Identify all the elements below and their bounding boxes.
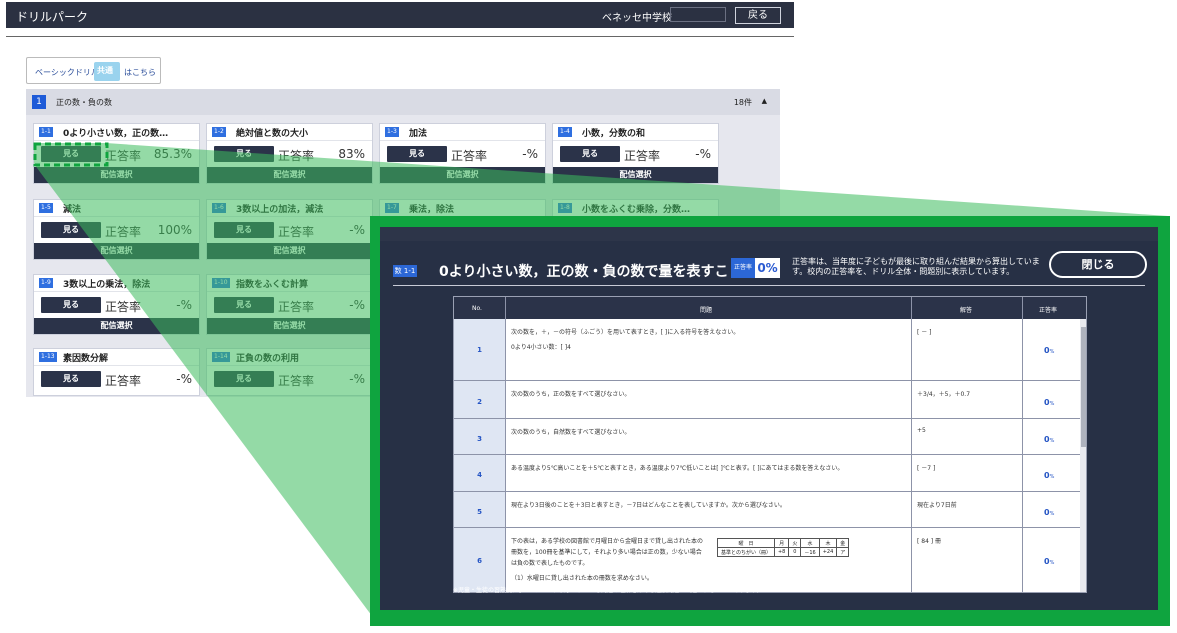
weekday-head-cell: 木 xyxy=(818,538,838,548)
question-text: 次の数のうち，正の数をすべて選びなさい。 xyxy=(511,391,631,398)
question-modal: 数 1-1 0より小さい数，正の数・負の数で量を表すこと 正答率 0% 正答率は… xyxy=(380,227,1158,610)
table-row: 1 次の数を，＋，－の符号（ふごう）を用いて表すとき，[ ]に入る符号を答えなさ… xyxy=(454,319,1080,381)
rate-note: 正答率は、当年度に子どもが最後に取り組んだ結果から算出しています。校内の正答率を… xyxy=(792,257,1040,276)
modal-top-bar xyxy=(380,227,1158,241)
unit-tag: 数 1-1 xyxy=(393,265,417,277)
col-answer: 解答 xyxy=(960,307,973,314)
row-number: 2 xyxy=(454,381,505,418)
answer-text: [ － ] xyxy=(917,329,932,336)
weekday-head-cell: 水 xyxy=(800,538,820,548)
close-button[interactable]: 閉じる xyxy=(1049,251,1147,278)
table-row: 3 次の数のうち，自然数をすべて選びなさい。 +5 0% xyxy=(454,419,1080,455)
table-header: No. 問題 解答 正答率 xyxy=(454,297,1086,319)
question-rate: 0% xyxy=(1044,397,1055,407)
question-text: ある温度より5℃高いことを＋5℃と表すとき，ある温度より7℃低いことは[ ]℃と… xyxy=(511,465,844,472)
row-number: 6 xyxy=(454,528,505,592)
weekday-value-cell: 基準とのちがい（冊） xyxy=(717,547,775,557)
question-table: No. 問題 解答 正答率 1 次の数を，＋，－の符号（ふごう）を用いて表すとき… xyxy=(453,296,1087,593)
overall-rate-label: 正答率 xyxy=(731,258,755,278)
table-row: 2 次の数のうち，正の数をすべて選びなさい。 ＋3/4，＋5，＋0.7 0% xyxy=(454,381,1080,419)
table-row: 6 下の表は，ある学校の図書館で月曜日から金曜日まで貸し出された本の冊数を，10… xyxy=(454,528,1080,592)
weekday-value-cell: ア xyxy=(836,547,850,557)
modal-divider xyxy=(393,285,1145,286)
scrollbar-thumb[interactable] xyxy=(1081,327,1086,447)
question-text: 現在より3日後のことを＋3日と表すとき，－7日はどんなことを表していますか。次か… xyxy=(511,502,786,509)
answer-text: [ －7 ] xyxy=(917,465,936,472)
weekday-value-cell: +8 xyxy=(773,547,790,557)
question-text: 下の表は，ある学校の図書館で月曜日から金曜日まで貸し出された本の冊数を，100冊… xyxy=(511,538,704,582)
weekday-value-cell: 0 xyxy=(788,547,802,557)
weekday-head-cell: 曜 日 xyxy=(717,538,775,548)
question-rate: 0% xyxy=(1044,507,1055,517)
modal-title: 0より小さい数，正の数・負の数で量を表すこと xyxy=(439,264,743,280)
question-rate: 0% xyxy=(1044,557,1055,567)
weekday-value-cell: －16 xyxy=(800,547,820,557)
weekday-head-cell: 月 xyxy=(773,538,790,548)
col-rate: 正答率 xyxy=(1039,307,1058,314)
overall-rate-value: 0% xyxy=(755,258,780,278)
question-rate: 0% xyxy=(1044,346,1055,356)
weekday-value-cell: +24 xyxy=(818,547,838,557)
question-rate: 0% xyxy=(1044,471,1055,481)
row-number: 3 xyxy=(454,419,505,454)
weekday-head-cell: 火 xyxy=(788,538,802,548)
weekday-head-cell: 金 xyxy=(836,538,850,548)
row-number: 5 xyxy=(454,492,505,527)
table-row: 5 現在より3日後のことを＋3日と表すとき，－7日はどんなことを表していますか。… xyxy=(454,492,1080,528)
table-row: 4 ある温度より5℃高いことを＋5℃と表すとき，ある温度より7℃低いことは[ ]… xyxy=(454,455,1080,492)
col-divider xyxy=(1022,297,1023,592)
row-number: 4 xyxy=(454,455,505,491)
col-divider xyxy=(505,297,506,592)
row-number: 1 xyxy=(454,319,505,380)
question-text: 次の数を，＋，－の符号（ふごう）を用いて表すとき，[ ]に入る符号を答えなさい。… xyxy=(511,329,740,351)
question-text: 次の数のうち，自然数をすべて選びなさい。 xyxy=(511,429,631,436)
col-no: No. xyxy=(472,305,482,312)
weekday-table: 曜 日月火水木金基準とのちがい（冊） +8 0 －16 +24 ア xyxy=(717,538,850,557)
question-rate: 0% xyxy=(1044,434,1055,444)
col-question: 問題 xyxy=(700,307,713,314)
answer-text: 現在より7日前 xyxy=(917,502,957,509)
col-divider xyxy=(911,297,912,592)
answer-text: +5 xyxy=(917,427,926,434)
answer-text: [ 84 ] 冊 xyxy=(917,538,942,545)
answer-text: ＋3/4，＋5，＋0.7 xyxy=(917,391,971,398)
table-scrollbar[interactable] xyxy=(1080,319,1086,592)
footnote: ※児童・生徒の習熟度によって、ここに表示されている問題の理解を深める追加問題が出… xyxy=(453,587,763,594)
